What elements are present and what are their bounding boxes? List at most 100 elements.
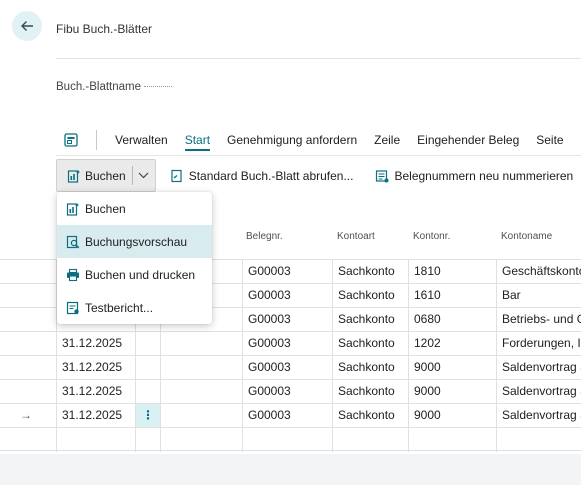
separator bbox=[96, 130, 97, 150]
table-row-current[interactable]: → 31.12.2025 ⋮ G00003 Sachkonto 9000 Sal… bbox=[0, 403, 581, 428]
menu-item-test-report[interactable]: Testbericht... bbox=[57, 291, 212, 324]
column-header-kontonr[interactable]: Kontonr. bbox=[413, 231, 450, 261]
renumber-icon bbox=[376, 169, 389, 182]
standard-journal-icon bbox=[171, 169, 182, 182]
post-dropdown-menu: Buchen Buchungsvorschau Buchen und druck… bbox=[57, 192, 212, 324]
empty-cell bbox=[160, 404, 242, 428]
standard-journal-button[interactable]: Standard Buch.-Blatt abrufen... bbox=[170, 168, 354, 183]
row-actions-button[interactable]: ⋮ bbox=[135, 404, 160, 428]
account-no-cell[interactable]: 1810 bbox=[408, 260, 496, 284]
page-title: Fibu Buch.-Blätter bbox=[56, 22, 153, 36]
row-menu-cell bbox=[135, 356, 160, 380]
preview-icon bbox=[66, 235, 80, 248]
account-no-cell[interactable]: 9000 bbox=[408, 380, 496, 404]
empty-cell[interactable] bbox=[332, 428, 408, 452]
account-type-cell[interactable]: Sachkonto bbox=[332, 356, 408, 380]
tab-verwalten[interactable]: Verwalten bbox=[115, 126, 168, 154]
account-type-cell[interactable]: Sachkonto bbox=[332, 308, 408, 332]
document-no-cell[interactable]: G00003 bbox=[242, 332, 332, 356]
field-dots bbox=[144, 86, 173, 87]
table-row-empty[interactable] bbox=[0, 427, 581, 452]
empty-cell[interactable] bbox=[56, 428, 135, 452]
account-name-cell[interactable]: Saldenvortrag S bbox=[496, 356, 581, 380]
post-split-button: Buchen bbox=[56, 159, 156, 192]
date-cell[interactable]: 31.12.2025 bbox=[56, 404, 135, 428]
menu-item-post-preview[interactable]: Buchungsvorschau bbox=[57, 225, 212, 258]
tab-genehmigung[interactable]: Genehmigung anfordern bbox=[227, 126, 357, 154]
account-name-cell[interactable]: Forderungen, In bbox=[496, 332, 581, 356]
post-dropdown-button[interactable] bbox=[133, 160, 155, 191]
post-button[interactable]: Buchen bbox=[57, 160, 132, 191]
post-icon bbox=[67, 169, 80, 183]
document-no-cell[interactable]: G00003 bbox=[242, 284, 332, 308]
column-header-kontoart[interactable]: Kontoart bbox=[337, 231, 375, 261]
renumber-documents-button[interactable]: Belegnummern neu nummerieren bbox=[375, 169, 573, 183]
menu-item-label: Buchen bbox=[85, 201, 126, 216]
account-no-cell[interactable]: 9000 bbox=[408, 356, 496, 380]
post-icon bbox=[66, 202, 79, 216]
tab-zeile[interactable]: Zeile bbox=[374, 126, 400, 154]
document-no-cell[interactable]: G00003 bbox=[242, 404, 332, 428]
menu-item-post-and-print[interactable]: Buchen und drucken bbox=[57, 258, 212, 291]
empty-cell bbox=[135, 428, 160, 452]
divider bbox=[56, 58, 581, 59]
account-name-cell[interactable]: Saldenvortrag S bbox=[496, 404, 581, 428]
empty-cell[interactable] bbox=[496, 428, 581, 452]
action-bar: Verwalten Start Genehmigung anfordern Ze… bbox=[56, 126, 581, 154]
standard-journal-label: Standard Buch.-Blatt abrufen... bbox=[188, 168, 354, 183]
arrow-left-icon bbox=[21, 21, 33, 31]
account-name-cell[interactable]: Betriebs- und G bbox=[496, 308, 581, 332]
account-name-cell[interactable]: Bar bbox=[496, 284, 581, 308]
empty-cell[interactable] bbox=[242, 428, 332, 452]
account-type-cell[interactable]: Sachkonto bbox=[332, 284, 408, 308]
empty-cell bbox=[160, 356, 242, 380]
document-no-cell[interactable]: G00003 bbox=[242, 356, 332, 380]
empty-cell[interactable] bbox=[408, 428, 496, 452]
account-name-cell[interactable]: Geschäftskonto bbox=[496, 260, 581, 284]
account-no-cell[interactable]: 9000 bbox=[408, 404, 496, 428]
date-cell[interactable]: 31.12.2025 bbox=[56, 332, 135, 356]
account-type-cell[interactable]: Sachkonto bbox=[332, 332, 408, 356]
account-no-cell[interactable]: 1610 bbox=[408, 284, 496, 308]
column-header-kontoname[interactable]: Kontoname bbox=[501, 231, 552, 261]
chevron-down-icon bbox=[138, 172, 149, 179]
empty-cell bbox=[160, 332, 242, 356]
journal-name-field[interactable]: Buch.-Blattname bbox=[56, 81, 173, 93]
divider bbox=[56, 155, 581, 156]
back-button[interactable] bbox=[12, 11, 42, 41]
footer-area bbox=[0, 454, 581, 485]
document-no-cell[interactable]: G00003 bbox=[242, 260, 332, 284]
tab-start[interactable]: Start bbox=[184, 126, 211, 154]
renumber-label: Belegnummern neu nummerieren bbox=[394, 168, 574, 183]
journal-name-label: Buch.-Blattname bbox=[56, 81, 142, 93]
table-row[interactable]: 31.12.2025 G00003 Sachkonto 9000 Saldenv… bbox=[0, 355, 581, 380]
command-bar: Buchen Standard Buch.-Blatt abrufen... B… bbox=[56, 159, 581, 192]
account-name-cell[interactable]: Saldenvortrag S bbox=[496, 380, 581, 404]
table-row[interactable]: 31.12.2025 G00003 Sachkonto 1202 Forderu… bbox=[0, 331, 581, 356]
page-view-icon bbox=[64, 133, 78, 147]
column-header-belegnr[interactable]: Belegnr. bbox=[246, 231, 283, 261]
table-row[interactable]: 31.12.2025 G00003 Sachkonto 9000 Saldenv… bbox=[0, 379, 581, 404]
document-no-cell[interactable]: G00003 bbox=[242, 308, 332, 332]
menu-item-label: Testbericht... bbox=[85, 300, 154, 315]
tab-seite[interactable]: Seite bbox=[536, 126, 563, 154]
printer-icon bbox=[67, 268, 79, 281]
date-cell[interactable]: 31.12.2025 bbox=[56, 356, 135, 380]
row-menu-cell bbox=[135, 332, 160, 356]
document-no-cell[interactable]: G00003 bbox=[242, 380, 332, 404]
account-type-cell[interactable]: Sachkonto bbox=[332, 380, 408, 404]
tab-eingehender-beleg[interactable]: Eingehender Beleg bbox=[417, 126, 519, 154]
account-no-cell[interactable]: 1202 bbox=[408, 332, 496, 356]
current-row-arrow-icon: → bbox=[20, 408, 32, 422]
menu-item-post[interactable]: Buchen bbox=[57, 192, 212, 225]
account-type-cell[interactable]: Sachkonto bbox=[332, 404, 408, 428]
menu-item-label: Buchungsvorschau bbox=[85, 234, 188, 249]
account-no-cell[interactable]: 0680 bbox=[408, 308, 496, 332]
account-type-cell[interactable]: Sachkonto bbox=[332, 260, 408, 284]
row-menu-cell bbox=[135, 380, 160, 404]
menu-item-label: Buchen und drucken bbox=[85, 267, 196, 282]
date-cell[interactable]: 31.12.2025 bbox=[56, 380, 135, 404]
test-report-icon bbox=[66, 301, 79, 314]
page-icon[interactable] bbox=[56, 126, 88, 154]
empty-cell bbox=[160, 428, 242, 452]
